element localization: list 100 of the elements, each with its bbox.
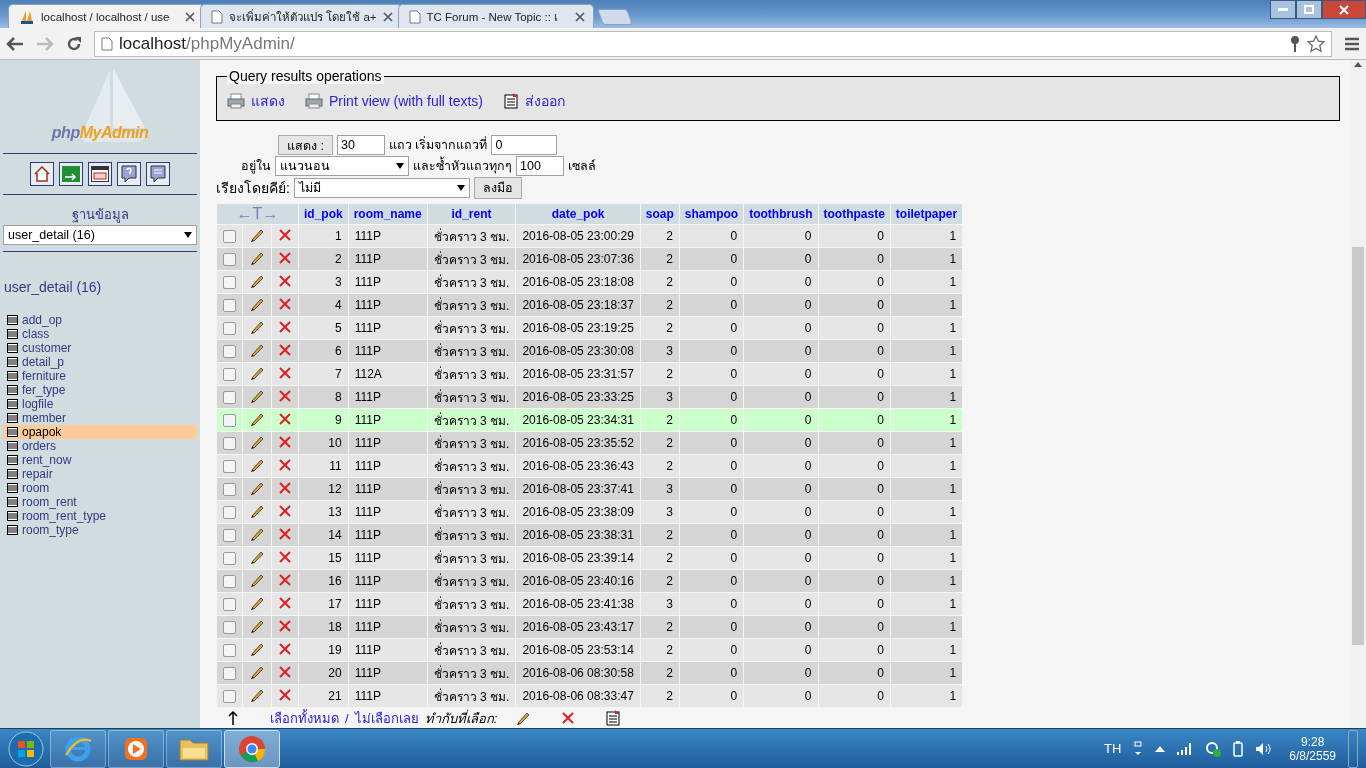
delete-icon[interactable] bbox=[561, 711, 576, 725]
column-header[interactable]: room_name bbox=[348, 204, 427, 224]
star-icon[interactable] bbox=[1307, 34, 1325, 53]
delete-icon[interactable] bbox=[278, 342, 292, 357]
sort-select[interactable]: ไม่มี bbox=[293, 178, 470, 198]
rows-field[interactable]: 30 bbox=[336, 134, 385, 155]
row-checkbox[interactable] bbox=[223, 252, 236, 266]
row-checkbox[interactable] bbox=[223, 275, 236, 289]
delete-icon[interactable] bbox=[278, 480, 292, 495]
delete-icon[interactable] bbox=[278, 595, 292, 610]
row-checkbox[interactable] bbox=[223, 574, 236, 588]
database-select[interactable]: user_detail (16) bbox=[3, 225, 197, 245]
volume-icon[interactable] bbox=[1255, 741, 1272, 756]
row-checkbox[interactable] bbox=[223, 620, 236, 634]
pencil-icon[interactable] bbox=[515, 710, 532, 726]
sql-docs-button[interactable] bbox=[146, 162, 170, 186]
row-checkbox[interactable] bbox=[223, 459, 236, 473]
column-header[interactable]: toothpaste bbox=[818, 204, 890, 224]
row-checkbox[interactable] bbox=[223, 666, 236, 680]
column-header[interactable]: toiletpaper bbox=[890, 204, 963, 224]
signal-icon[interactable] bbox=[1177, 742, 1194, 755]
close-button[interactable] bbox=[1322, 0, 1366, 19]
back-icon[interactable] bbox=[6, 35, 24, 52]
column-header[interactable]: toothbrush bbox=[744, 204, 818, 224]
table-list-item[interactable]: member bbox=[3, 411, 197, 425]
column-header[interactable]: date_pok bbox=[516, 204, 640, 224]
repeat-field[interactable]: 100 bbox=[516, 156, 564, 177]
table-list-item[interactable]: opapok bbox=[3, 425, 197, 439]
scroll-up-icon[interactable] bbox=[1354, 62, 1362, 67]
table-list-item[interactable]: fer_type bbox=[3, 383, 197, 397]
column-header[interactable]: shampoo bbox=[679, 204, 744, 224]
delete-icon[interactable] bbox=[278, 664, 292, 679]
new-tab-button[interactable] bbox=[596, 9, 633, 25]
scrollbar[interactable] bbox=[1350, 60, 1366, 728]
row-checkbox[interactable] bbox=[223, 344, 236, 358]
close-icon[interactable] bbox=[185, 11, 195, 22]
column-header[interactable]: soap bbox=[640, 204, 679, 224]
operation-link[interactable]: ส่งออก bbox=[503, 90, 566, 112]
delete-icon[interactable] bbox=[278, 227, 292, 242]
table-list-item[interactable]: rent_now bbox=[3, 453, 197, 467]
delete-icon[interactable] bbox=[278, 457, 292, 472]
table-list-item[interactable]: class bbox=[3, 327, 197, 341]
maximize-button[interactable] bbox=[1296, 0, 1322, 19]
row-checkbox[interactable] bbox=[223, 689, 236, 703]
show-hidden-icon[interactable] bbox=[1155, 745, 1166, 752]
table-list-item[interactable]: orders bbox=[3, 439, 197, 453]
table-list-item[interactable]: room_rent bbox=[3, 495, 197, 509]
mode-select[interactable]: แนวนอน bbox=[275, 156, 409, 177]
delete-icon[interactable] bbox=[278, 411, 292, 426]
column-header[interactable]: id_pok bbox=[299, 204, 348, 224]
battery-icon[interactable] bbox=[1233, 740, 1244, 757]
delete-icon[interactable] bbox=[278, 572, 292, 587]
delete-icon[interactable] bbox=[278, 687, 292, 702]
table-list-item[interactable]: room_rent_type bbox=[3, 509, 197, 523]
delete-icon[interactable] bbox=[278, 503, 292, 518]
home-button[interactable] bbox=[30, 162, 54, 186]
table-list-item[interactable]: detail_p bbox=[3, 355, 197, 369]
table-list-item[interactable]: ferniture bbox=[3, 369, 197, 383]
column-header[interactable]: id_rent bbox=[427, 204, 516, 224]
row-checkbox[interactable] bbox=[223, 390, 236, 404]
minimize-button[interactable] bbox=[1270, 0, 1296, 19]
delete-icon[interactable] bbox=[278, 526, 292, 541]
language-indicator[interactable]: TH bbox=[1103, 741, 1122, 756]
help-button[interactable] bbox=[117, 162, 141, 186]
select-none-link[interactable]: ไม่เลือกเลย bbox=[354, 707, 419, 728]
row-checkbox[interactable] bbox=[223, 551, 236, 565]
row-checkbox[interactable] bbox=[223, 528, 236, 542]
clock-date[interactable]: 6/8/2559 bbox=[1289, 748, 1336, 763]
close-icon[interactable] bbox=[382, 11, 393, 22]
scrollbar-thumb[interactable] bbox=[1352, 247, 1364, 645]
delete-icon[interactable] bbox=[278, 388, 292, 403]
clock-time[interactable]: 9:28 bbox=[1300, 734, 1325, 749]
row-checkbox[interactable] bbox=[223, 298, 236, 312]
delete-icon[interactable] bbox=[278, 319, 292, 334]
row-checkbox[interactable] bbox=[223, 597, 236, 611]
input-options-icon[interactable] bbox=[1133, 740, 1144, 757]
delete-icon[interactable] bbox=[278, 273, 292, 288]
row-checkbox[interactable] bbox=[223, 643, 236, 657]
operation-link[interactable]: แสดง bbox=[227, 90, 285, 112]
row-checkbox[interactable] bbox=[223, 367, 236, 381]
row-checkbox[interactable] bbox=[223, 482, 236, 496]
row-checkbox[interactable] bbox=[223, 413, 236, 427]
table-list-item[interactable]: repair bbox=[3, 467, 197, 481]
go-button[interactable]: ลงมือ bbox=[473, 177, 522, 199]
start-row-field[interactable]: 0 bbox=[491, 134, 558, 155]
table-list-item[interactable]: room bbox=[3, 481, 197, 495]
taskbar-app[interactable] bbox=[224, 729, 280, 768]
database-heading[interactable]: user_detail (16) bbox=[4, 279, 197, 295]
sync-icon[interactable] bbox=[1205, 740, 1222, 757]
row-checkbox[interactable] bbox=[223, 321, 236, 335]
delete-icon[interactable] bbox=[278, 549, 292, 564]
sql-window-button[interactable] bbox=[88, 162, 112, 186]
reload-icon[interactable] bbox=[66, 35, 82, 52]
key-icon[interactable] bbox=[1289, 34, 1301, 53]
delete-icon[interactable] bbox=[278, 250, 292, 265]
row-checkbox[interactable] bbox=[223, 436, 236, 450]
table-list-item[interactable]: room_type bbox=[3, 523, 197, 537]
delete-icon[interactable] bbox=[278, 296, 292, 311]
show-button[interactable]: แสดง : bbox=[278, 134, 333, 155]
table-list-item[interactable]: add_op bbox=[3, 313, 197, 327]
